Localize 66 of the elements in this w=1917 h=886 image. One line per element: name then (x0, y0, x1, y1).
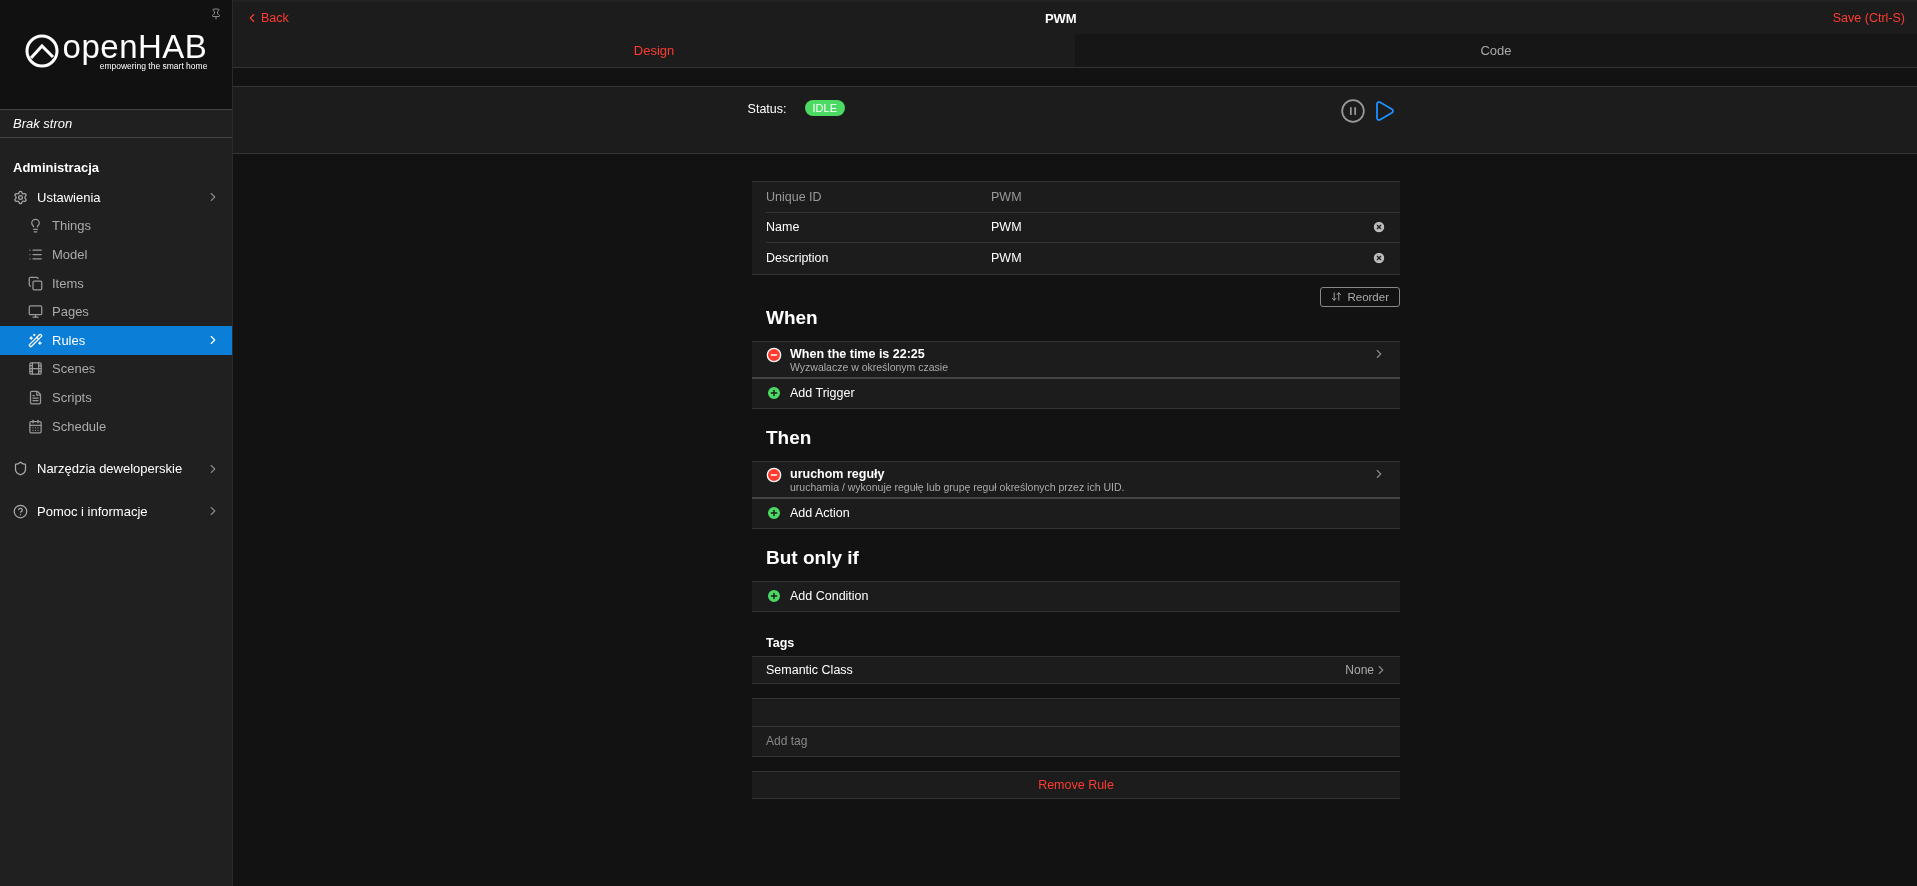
section-title: But only if (765, 546, 860, 569)
pause-icon[interactable] (1340, 98, 1366, 124)
module-description: uruchamia / wykonuje regułę lub grupę reguł określonych przez ich UID. (790, 480, 1126, 493)
add-icon (766, 505, 782, 521)
logo-name: openHAB (62, 30, 208, 63)
menu-icon (13, 503, 28, 519)
tab[interactable]: Code (1075, 34, 1917, 67)
input-field[interactable]: PWM (991, 220, 1372, 235)
menu-icon (28, 332, 43, 348)
semantic-class-label: Semantic Class (766, 662, 854, 677)
semantic-class-value: None (1345, 662, 1374, 677)
add-icon (766, 588, 782, 604)
sidebar-item[interactable]: Scenes (0, 354, 232, 384)
add-button[interactable]: Add Condition (752, 581, 1400, 611)
module-description: Wyzwalacze w określonym czasie (790, 360, 950, 373)
module-row[interactable]: When the time is 22:25 Wyzwalacze w określonym czasie (752, 341, 1400, 379)
remove-icon[interactable] (766, 466, 782, 483)
menu-icon (28, 218, 43, 234)
add-button[interactable]: Add Trigger (752, 378, 1400, 408)
sidebar-item[interactable]: Schedule (0, 411, 232, 441)
menu-icon (28, 275, 43, 291)
sidebar-item[interactable]: Pomoc i informacje (0, 496, 232, 526)
semantic-class-row[interactable]: Semantic Class None (752, 655, 1400, 684)
sidebar-item[interactable]: Narzędzia deweloperskie (0, 454, 232, 483)
add-icon (766, 385, 782, 401)
reorder-button[interactable]: Reorder (1320, 286, 1400, 307)
pin-icon[interactable] (210, 8, 222, 20)
status-badge: IDLE (804, 100, 845, 116)
sidebar-item[interactable]: Model (0, 240, 232, 269)
menu-icon (28, 361, 43, 377)
sidebar-item[interactable]: Rules (0, 325, 232, 355)
save-link[interactable]: Save (Ctrl-S) (1832, 11, 1905, 25)
remove-icon[interactable] (766, 346, 782, 363)
input-field[interactable]: PWM (991, 251, 1372, 266)
tag-input[interactable]: Add tag (752, 726, 1400, 757)
section-title: When (765, 306, 819, 329)
field-label: Unique ID (766, 189, 823, 204)
sidebar-item[interactable]: Things (0, 211, 232, 241)
status-label: Status: (747, 101, 787, 116)
section-heading: Administracja (12, 159, 100, 177)
sidebar-item[interactable]: Ustawienia (0, 183, 232, 212)
menu-icon (28, 247, 43, 262)
page-title: PWM (1043, 10, 1078, 26)
menu-icon (13, 461, 28, 477)
sidebar-item[interactable]: Items (0, 268, 232, 298)
field-label: Description (766, 251, 830, 266)
menu-icon (28, 418, 43, 434)
logo-icon (24, 33, 59, 68)
field-label: Name (766, 220, 801, 235)
no-pages-note: Brak stron (0, 110, 232, 138)
add-button[interactable]: Add Action (752, 498, 1400, 528)
menu-icon (13, 189, 28, 205)
section-title: Then (765, 426, 813, 449)
sidebar-item[interactable]: Pages (0, 297, 232, 326)
clear-icon[interactable] (1372, 251, 1386, 266)
module-title: When the time is 22:25 (790, 346, 926, 361)
module-row[interactable]: uruchom reguły uruchamia / wykonuje regułę lub grupę reguł określonych przez ich UID. (752, 461, 1400, 499)
sidebar-item[interactable]: Scripts (0, 383, 232, 412)
clear-icon[interactable] (1372, 220, 1386, 235)
menu-icon (28, 389, 43, 405)
tags-heading: Tags (765, 634, 796, 652)
module-title: uruchom reguły (790, 466, 886, 481)
reorder-icon (1331, 291, 1343, 302)
back-link[interactable]: Back (245, 11, 289, 25)
remove-rule-button[interactable]: Remove Rule (752, 770, 1400, 799)
menu-icon (28, 304, 43, 320)
